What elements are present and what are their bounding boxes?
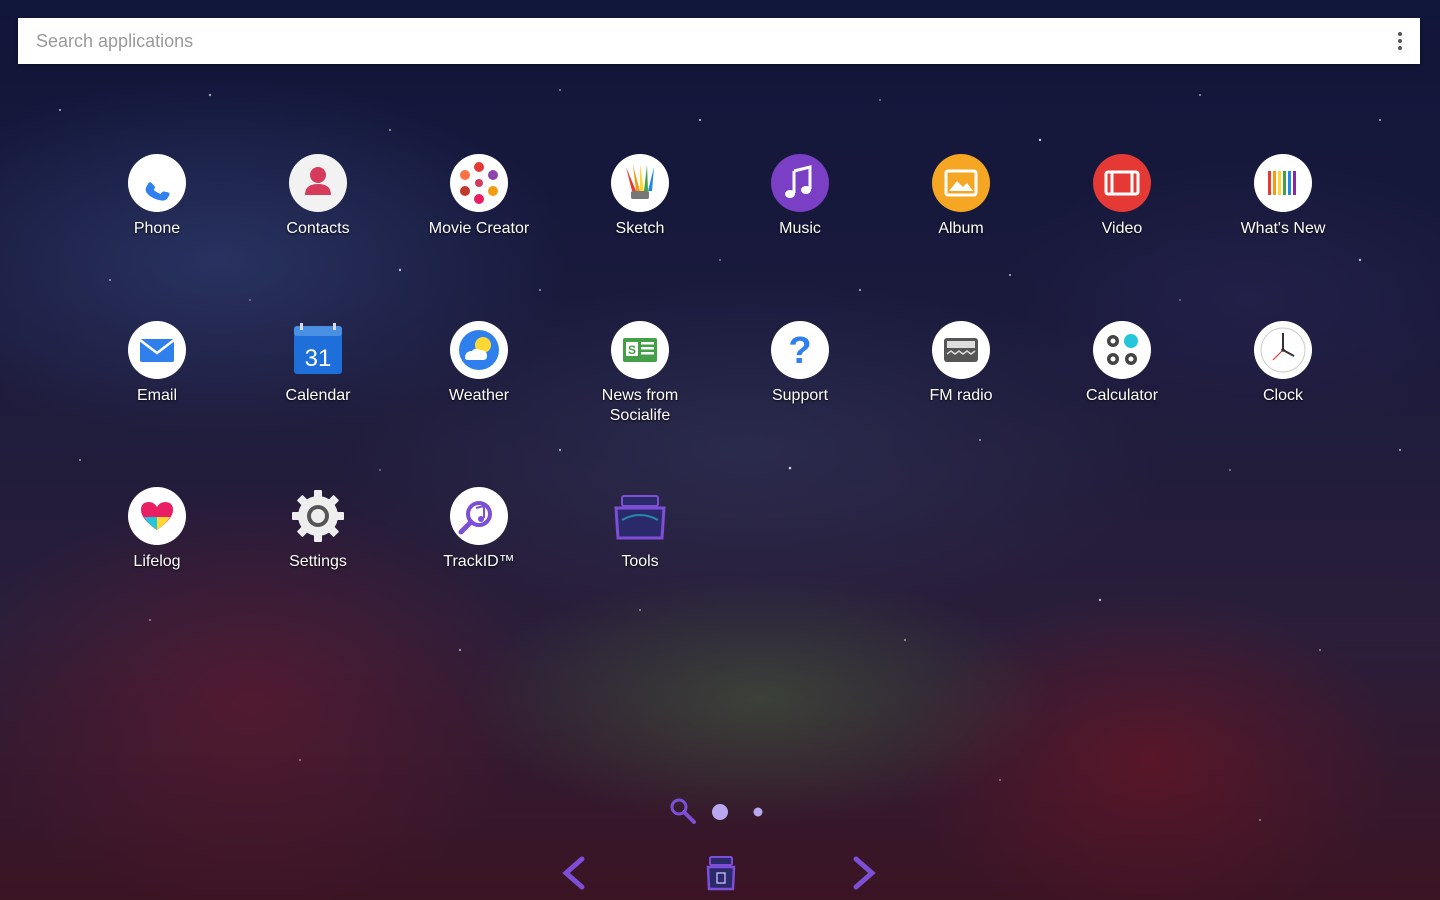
clock-icon [1254, 321, 1312, 379]
app-label: Tools [621, 553, 659, 570]
app-lifelog[interactable]: Lifelog [87, 486, 227, 572]
app-email[interactable]: Email [87, 320, 227, 406]
whats-new-icon [1254, 154, 1312, 212]
app-label: Settings [289, 553, 347, 570]
movie-creator-icon [450, 154, 508, 212]
app-contacts[interactable]: Contacts [248, 153, 388, 239]
chevron-right-icon [853, 856, 876, 890]
app-settings[interactable]: Settings [248, 486, 388, 572]
album-icon [932, 154, 990, 212]
page-indicator-dots [670, 798, 763, 824]
calendar-date-text: 31 [305, 345, 332, 372]
page-dot-active[interactable] [712, 804, 728, 820]
next-page-button[interactable] [850, 855, 878, 896]
app-label: Clock [1262, 387, 1303, 404]
app-sketch[interactable]: Sketch [570, 153, 710, 239]
search-input[interactable] [18, 18, 1380, 64]
phone-icon [128, 154, 186, 212]
news-icon: S [611, 321, 669, 379]
home-drawer-button[interactable] [706, 855, 736, 896]
app-whats-new[interactable]: What's New [1213, 153, 1353, 239]
app-calculator[interactable]: Calculator [1052, 320, 1192, 406]
app-label: Sketch [615, 220, 665, 237]
app-music[interactable]: Music [730, 153, 870, 239]
contacts-icon [289, 154, 347, 212]
app-label: Calculator [1085, 387, 1159, 404]
chevron-left-icon [562, 856, 585, 890]
tools-folder-icon [614, 495, 666, 540]
overflow-menu-button[interactable] [1380, 18, 1420, 64]
sketch-icon [611, 154, 669, 212]
app-label: What's New [1240, 220, 1326, 237]
page-dot[interactable] [753, 807, 763, 817]
app-news-from-socialife[interactable]: S News from Socialife [570, 320, 710, 426]
app-video[interactable]: Video [1052, 153, 1192, 239]
calendar-icon: 31 [294, 323, 342, 374]
app-label: Music [779, 220, 821, 237]
prev-page-button[interactable] [560, 855, 588, 896]
app-label: Support [771, 387, 829, 404]
app-label-line-2: Socialife [609, 407, 671, 424]
weather-icon [450, 321, 508, 379]
wallpaper-stars [59, 89, 1401, 821]
calculator-icon [1093, 321, 1151, 379]
fm-radio-icon [932, 321, 990, 379]
app-phone[interactable]: Phone [87, 153, 227, 239]
video-icon [1093, 154, 1151, 212]
lifelog-icon [128, 487, 186, 545]
folder-tools[interactable]: Tools [570, 486, 710, 572]
app-label-line-1: News from [601, 387, 679, 404]
app-label: Phone [133, 220, 181, 237]
app-label: Video [1101, 220, 1143, 237]
app-clock[interactable]: Clock [1213, 320, 1353, 406]
more-vert-icon [1398, 32, 1402, 50]
app-label: FM radio [929, 387, 993, 404]
app-label: Contacts [286, 220, 350, 237]
svg-text:S: S [628, 343, 636, 357]
app-label: Lifelog [133, 553, 181, 570]
email-icon [128, 321, 186, 379]
support-icon: ? [771, 321, 829, 379]
app-label: Album [938, 220, 984, 237]
store-icon [706, 856, 736, 891]
app-label: Email [136, 387, 177, 404]
search-page-icon [670, 798, 696, 824]
app-weather[interactable]: Weather [409, 320, 549, 406]
music-icon [771, 154, 829, 212]
settings-icon [292, 490, 344, 542]
app-label: TrackID™ [443, 553, 515, 570]
svg-text:?: ? [788, 330, 811, 372]
trackid-icon [450, 487, 508, 545]
app-label: Weather [448, 387, 510, 404]
app-movie-creator[interactable]: Movie Creator [409, 153, 549, 239]
app-calendar[interactable]: 31 Calendar [248, 320, 388, 406]
app-trackid[interactable]: TrackID™ [409, 486, 549, 572]
app-label: Calendar [285, 387, 351, 404]
page-indicator [665, 795, 775, 829]
search-bar[interactable] [18, 18, 1420, 64]
app-label: Movie Creator [428, 220, 530, 237]
app-fm-radio[interactable]: FM radio [891, 320, 1031, 406]
app-label: News from Socialife [570, 386, 710, 426]
app-support[interactable]: ? Support [730, 320, 870, 406]
app-album[interactable]: Album [891, 153, 1031, 239]
